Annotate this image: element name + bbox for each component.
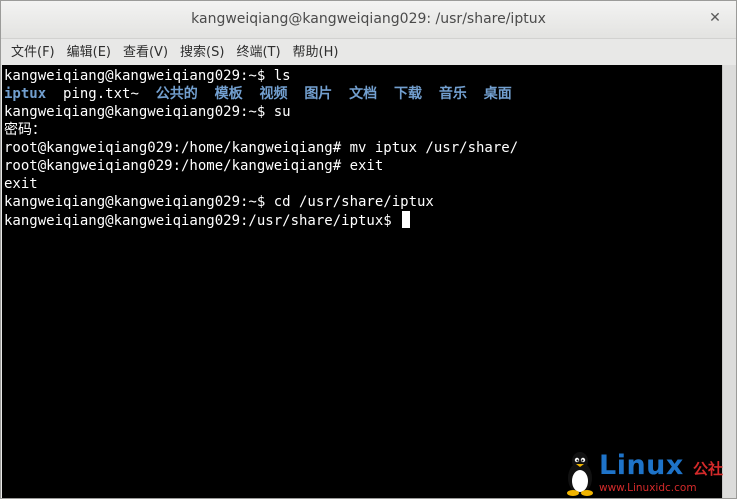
terminal-scrollbar[interactable] — [722, 65, 736, 498]
terminal-line: exit — [4, 176, 38, 192]
ls-output-line: iptux ping.txt~ 公共的 模板 视频 图片 文档 下载 音乐 桌面 — [2, 85, 722, 103]
menu-terminal[interactable]: 终端(T) — [230, 40, 286, 65]
terminal-line: root@kangweiqiang029:/home/kangweiqiang#… — [4, 158, 384, 174]
terminal-prompt: kangweiqiang@kangweiqiang029:/usr/share/… — [4, 213, 401, 229]
site-watermark: Linux 公社 www.Linuxidc.com — [557, 448, 733, 498]
watermark-brand-cn: 公社 — [693, 460, 724, 478]
menu-search[interactable]: 搜索(S) — [174, 40, 230, 65]
ls-entry-dir: 公共的 — [155, 86, 198, 102]
close-icon[interactable]: ✕ — [706, 9, 724, 27]
window-title: kangweiqiang@kangweiqiang029: /usr/share… — [191, 11, 546, 27]
ls-entry-dir: 模板 — [214, 86, 243, 102]
tux-penguin-icon — [567, 452, 593, 496]
title-bar[interactable]: kangweiqiang@kangweiqiang029: /usr/share… — [1, 1, 736, 39]
terminal-window: kangweiqiang@kangweiqiang029: /usr/share… — [0, 0, 737, 499]
menu-help[interactable]: 帮助(H) — [287, 40, 345, 65]
menu-edit[interactable]: 编辑(E) — [61, 40, 117, 65]
terminal-line: kangweiqiang@kangweiqiang029:~$ ls — [4, 68, 291, 84]
terminal-line: kangweiqiang@kangweiqiang029:~$ su — [4, 104, 291, 120]
menu-bar: 文件(F) 编辑(E) 查看(V) 搜索(S) 终端(T) 帮助(H) — [1, 40, 736, 65]
watermark-url: www.Linuxidc.com — [599, 482, 697, 494]
ls-entry-file: ping.txt~ — [63, 86, 139, 102]
menu-view[interactable]: 查看(V) — [117, 40, 174, 65]
terminal-line: kangweiqiang@kangweiqiang029:~$ cd /usr/… — [4, 194, 434, 210]
terminal-line: root@kangweiqiang029:/home/kangweiqiang#… — [4, 140, 519, 156]
ls-entry-dir: iptux — [4, 86, 47, 102]
terminal-line: 密码： — [4, 122, 46, 138]
menu-file[interactable]: 文件(F) — [5, 40, 61, 65]
text-cursor — [402, 211, 411, 228]
terminal-output[interactable]: kangweiqiang@kangweiqiang029:~$ ls iptux… — [2, 65, 722, 498]
ls-entry-dir: 桌面 — [483, 86, 512, 102]
ls-entry-dir: 下载 — [394, 86, 423, 102]
watermark-brand: Linux — [599, 450, 684, 481]
ls-entry-dir: 音乐 — [438, 86, 467, 102]
ls-entry-dir: 视频 — [259, 86, 288, 102]
terminal-prompt-line[interactable]: kangweiqiang@kangweiqiang029:/usr/share/… — [2, 211, 722, 229]
ls-entry-dir: 图片 — [304, 86, 333, 102]
ls-entry-dir: 文档 — [349, 86, 378, 102]
